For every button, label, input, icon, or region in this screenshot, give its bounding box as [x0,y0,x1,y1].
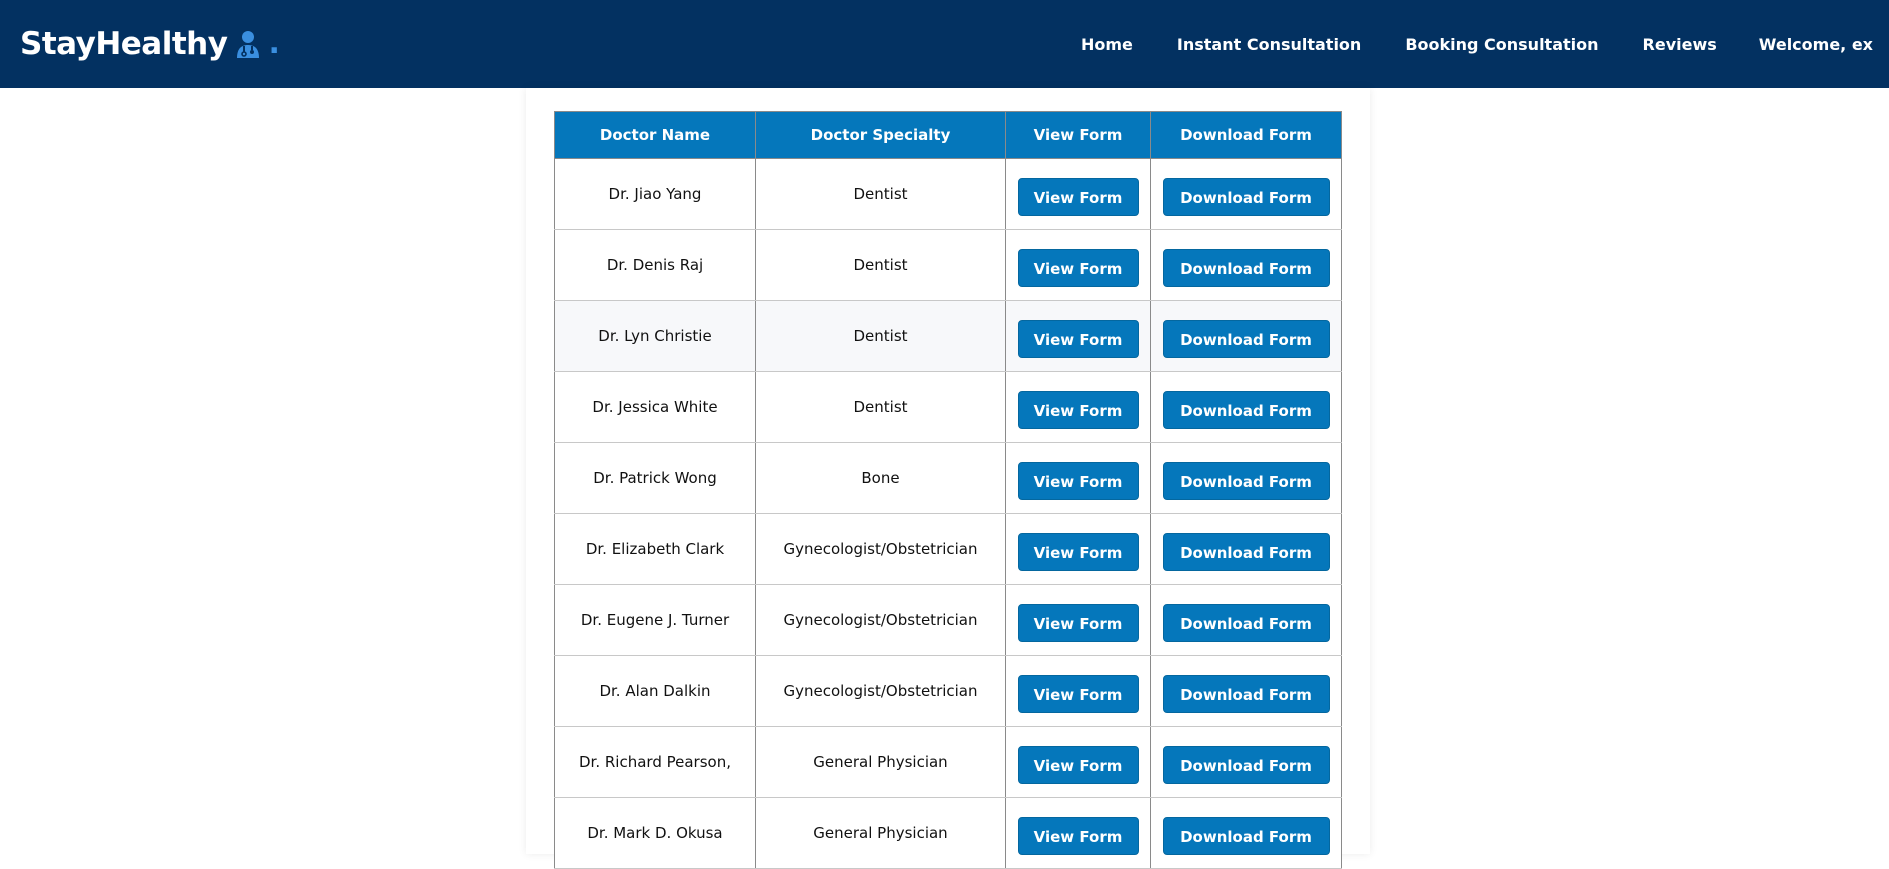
download-form-button[interactable]: Download Form [1162,604,1330,642]
view-form-button[interactable]: View Form [1017,249,1139,287]
top-navbar: StayHealthy . Home Instant Consultation … [0,0,1889,88]
view-form-button[interactable]: View Form [1017,533,1139,571]
view-form-cell: View Form [1005,371,1151,443]
download-form-cell: Download Form [1150,797,1342,869]
download-form-button[interactable]: Download Form [1162,178,1330,216]
view-form-button[interactable]: View Form [1017,817,1139,855]
doctor-icon [237,31,260,58]
header-doctor-name: Doctor Name [554,111,756,159]
download-form-cell: Download Form [1150,442,1342,514]
doctor-specialty-cell: Dentist [755,371,1006,443]
nav-links: Home Instant Consultation Booking Consul… [1037,0,1873,88]
nav-instant-consultation-link[interactable]: Instant Consultation [1177,35,1361,54]
download-form-button[interactable]: Download Form [1162,462,1330,500]
header-download-form: Download Form [1150,111,1342,159]
download-form-cell: Download Form [1150,655,1342,727]
view-form-button[interactable]: View Form [1017,462,1139,500]
doctor-name-cell: Dr. Eugene J. Turner [554,584,756,656]
table-row: Dr. Jessica White Dentist View Form Downloa… [554,371,1342,443]
download-form-button[interactable]: Download Form [1162,391,1330,429]
doctor-specialty-cell: Dentist [755,300,1006,372]
doctor-specialty-cell: General Physician [755,797,1006,869]
view-form-cell: View Form [1005,584,1151,656]
view-form-button[interactable]: View Form [1017,320,1139,358]
download-form-cell: Download Form [1150,584,1342,656]
header-doctor-specialty: Doctor Specialty [755,111,1006,159]
table-row: Dr. Elizabeth Clark Gynecologist/Obstetri… [554,513,1342,585]
view-form-cell: View Form [1005,797,1151,869]
view-form-cell: View Form [1005,158,1151,230]
doctor-name-cell: Dr. Denis Raj [554,229,756,301]
doctor-specialty-cell: Dentist [755,229,1006,301]
doctor-specialty-cell: Bone [755,442,1006,514]
view-form-cell: View Form [1005,726,1151,798]
table-row: Dr. Eugene J. Turner Gynecologist/Obstetr… [554,584,1342,656]
welcome-user-label[interactable]: Welcome, ex [1759,35,1873,54]
doctor-name-cell: Dr. Mark D. Okusa [554,797,756,869]
view-form-cell: View Form [1005,442,1151,514]
table-row: Dr. Jiao Yang Dentist View Form Download Fo… [554,158,1342,230]
download-form-button[interactable]: Download Form [1162,533,1330,571]
view-form-button[interactable]: View Form [1017,746,1139,784]
download-form-cell: Download Form [1150,513,1342,585]
download-form-cell: Download Form [1150,371,1342,443]
view-form-cell: View Form [1005,229,1151,301]
doctor-name-cell: Dr. Patrick Wong [554,442,756,514]
nav-booking-consultation-link[interactable]: Booking Consultation [1405,35,1598,54]
header-view-form: View Form [1005,111,1151,159]
table-row: Dr. Patrick Wong Bone View Form Download Fo… [554,442,1342,514]
table-row: Dr. Alan Dalkin Gynecologist/Obstetrician… [554,655,1342,727]
brand-dot: . [268,26,280,61]
brand-logo[interactable]: StayHealthy . [20,26,280,62]
doctor-forms-table: Doctor Name Doctor Specialty View Form D… [554,111,1342,869]
doctor-name-cell: Dr. Richard Pearson, [554,726,756,798]
view-form-cell: View Form [1005,655,1151,727]
download-form-button[interactable]: Download Form [1162,249,1330,287]
table-header-row: Doctor Name Doctor Specialty View Form D… [554,111,1342,159]
brand-name: StayHealthy [20,26,228,62]
doctor-name-cell: Dr. Alan Dalkin [554,655,756,727]
download-form-button[interactable]: Download Form [1162,675,1330,713]
doctor-name-cell: Dr. Lyn Christie [554,300,756,372]
view-form-button[interactable]: View Form [1017,675,1139,713]
download-form-button[interactable]: Download Form [1162,320,1330,358]
view-form-cell: View Form [1005,513,1151,585]
view-form-cell: View Form [1005,300,1151,372]
nav-reviews-link[interactable]: Reviews [1643,35,1717,54]
doctor-specialty-cell: Gynecologist/Obstetrician [755,655,1006,727]
doctor-specialty-cell: Gynecologist/Obstetrician [755,584,1006,656]
doctor-specialty-cell: General Physician [755,726,1006,798]
doctor-name-cell: Dr. Jiao Yang [554,158,756,230]
table-row: Dr. Mark D. Okusa General Physician View F… [554,797,1342,869]
view-form-button[interactable]: View Form [1017,178,1139,216]
download-form-button[interactable]: Download Form [1162,817,1330,855]
view-form-button[interactable]: View Form [1017,391,1139,429]
doctor-name-cell: Dr. Elizabeth Clark [554,513,756,585]
doctor-specialty-cell: Gynecologist/Obstetrician [755,513,1006,585]
download-form-cell: Download Form [1150,229,1342,301]
doctor-specialty-cell: Dentist [755,158,1006,230]
download-form-cell: Download Form [1150,300,1342,372]
download-form-button[interactable]: Download Form [1162,746,1330,784]
view-form-button[interactable]: View Form [1017,604,1139,642]
download-form-cell: Download Form [1150,158,1342,230]
table-row: Dr. Lyn Christie Dentist View Form Download… [554,300,1342,372]
table-row: Dr. Richard Pearson, General Physician Vie… [554,726,1342,798]
doctor-name-cell: Dr. Jessica White [554,371,756,443]
table-body: Dr. Jiao Yang Dentist View Form Download Fo… [554,158,1342,869]
nav-home-link[interactable]: Home [1081,35,1133,54]
table-row: Dr. Denis Raj Dentist View Form Download Fo… [554,229,1342,301]
download-form-cell: Download Form [1150,726,1342,798]
